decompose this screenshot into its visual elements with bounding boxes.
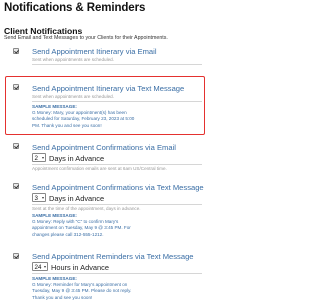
select-value: 24 [34, 264, 42, 271]
reminders-text-checkbox[interactable] [13, 253, 19, 259]
itinerary-text-sample-label: SAMPLE MESSAGE: [32, 104, 77, 109]
sample-message-line: PM. Thank you and see you soon! [32, 122, 102, 128]
select-value: 3 [34, 195, 38, 202]
chevron-down-icon [41, 197, 44, 200]
sample-message-line: changes please call 312-555-1212. [32, 231, 104, 237]
sample-message-line: Thank you and see you soon! [32, 294, 93, 300]
reminders-text-label[interactable]: Send Appointment Reminders via Text Mess… [32, 252, 194, 261]
confirmations-email-subtitle: Appointment confirmation emails are sent… [32, 166, 167, 171]
divider [32, 64, 202, 65]
confirmations-text-sample-label: SAMPLE MESSAGE: [32, 213, 77, 218]
confirmations-email-label[interactable]: Send Appointment Confirmations via Email [32, 143, 176, 152]
page-title: Notifications & Reminders [4, 2, 146, 14]
days-in-advance-label: Days in Advance [49, 193, 105, 203]
client-notifications-description: Send Email and Text Messages to your Cli… [4, 35, 168, 41]
hours-in-advance-label: Hours in Advance [51, 262, 109, 272]
confirmations-text-subtitle: Sent at the time of the appointment, day… [32, 206, 141, 211]
confirmations-email-days-select[interactable]: 2 [32, 153, 46, 162]
itinerary-text-label[interactable]: Send Appointment Itinerary via Text Mess… [32, 84, 184, 93]
confirmations-text-label[interactable]: Send Appointment Confirmations via Text … [32, 183, 204, 192]
divider [32, 164, 202, 165]
reminders-text-sample-label: SAMPLE MESSAGE: [32, 276, 77, 281]
select-value: 2 [34, 155, 38, 162]
divider [32, 101, 202, 102]
divider [32, 204, 202, 205]
chevron-down-icon [43, 266, 46, 269]
reminders-text-hours-select[interactable]: 24 [32, 262, 48, 271]
days-in-advance-label: Days in Advance [49, 153, 105, 163]
itinerary-text-checkbox[interactable] [13, 84, 19, 90]
itinerary-email-subtitle: Sent when appointments are scheduled. [32, 57, 114, 62]
chevron-down-icon [41, 157, 44, 160]
confirmations-text-checkbox[interactable] [13, 183, 19, 189]
itinerary-email-checkbox[interactable] [13, 48, 19, 54]
confirmations-text-days-select[interactable]: 3 [32, 193, 46, 202]
itinerary-email-label[interactable]: Send Appointment Itinerary via Email [32, 47, 157, 56]
divider [32, 273, 202, 274]
itinerary-text-subtitle: Sent when appointments are scheduled. [32, 94, 114, 99]
confirmations-email-checkbox[interactable] [13, 143, 19, 149]
